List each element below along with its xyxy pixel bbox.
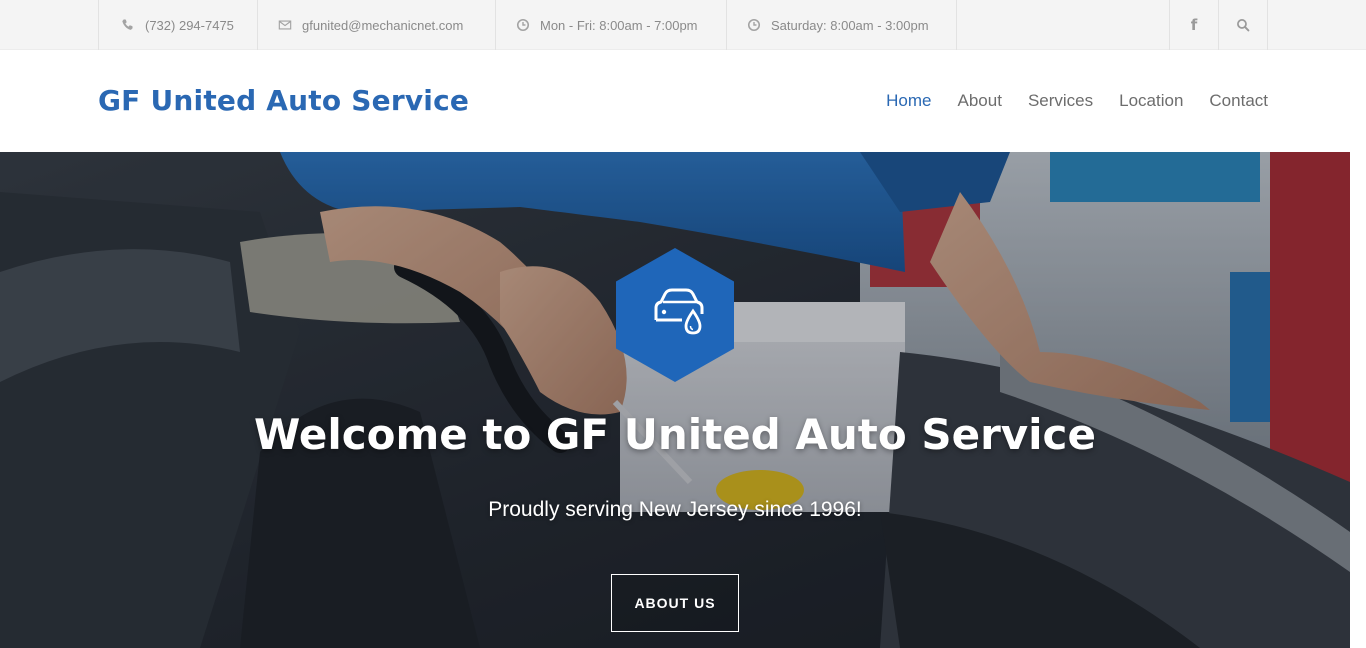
car-oil-icon [616, 248, 734, 382]
clock-icon [516, 18, 530, 32]
hero-title: Welcome to GF United Auto Service [254, 410, 1096, 459]
clock-icon [747, 18, 761, 32]
phone-number: (732) 294-7475 [145, 17, 234, 33]
hero-banner: Welcome to GF United Auto Service Proudl… [0, 152, 1350, 648]
nav-item-home[interactable]: Home [886, 91, 931, 111]
email-address: gfunited@mechanicnet.com [302, 17, 464, 33]
nav-item-contact[interactable]: Contact [1209, 91, 1268, 111]
phone-icon [121, 18, 135, 32]
saturday-hours: Saturday: 8:00am - 3:00pm [771, 17, 929, 33]
nav-item-location[interactable]: Location [1119, 91, 1183, 111]
search-button[interactable] [1218, 0, 1267, 50]
site-logo[interactable]: GF United Auto Service [98, 84, 469, 117]
weekday-hours: Mon - Fri: 8:00am - 7:00pm [540, 17, 698, 33]
phone-info[interactable]: (732) 294-7475 [98, 0, 257, 50]
facebook-link[interactable]: f [1169, 0, 1218, 50]
site-header: GF United Auto Service Home About Servic… [0, 50, 1366, 152]
top-info-bar: (732) 294-7475 gfunited@mechanicnet.com … [0, 0, 1366, 50]
facebook-icon: f [1190, 16, 1198, 34]
weekday-hours-info: Mon - Fri: 8:00am - 7:00pm [495, 0, 726, 50]
page-gutter [1350, 152, 1366, 648]
hero-subtitle: Proudly serving New Jersey since 1996! [488, 498, 862, 521]
email-info[interactable]: gfunited@mechanicnet.com [257, 0, 495, 50]
search-icon [1236, 18, 1250, 32]
about-us-button[interactable]: ABOUT US [611, 574, 739, 632]
main-nav: Home About Services Location Contact [860, 91, 1268, 111]
nav-item-services[interactable]: Services [1028, 91, 1093, 111]
nav-item-about[interactable]: About [958, 91, 1002, 111]
envelope-icon [278, 18, 292, 32]
topbar-divider [1267, 0, 1268, 50]
saturday-hours-info: Saturday: 8:00am - 3:00pm [726, 0, 957, 50]
